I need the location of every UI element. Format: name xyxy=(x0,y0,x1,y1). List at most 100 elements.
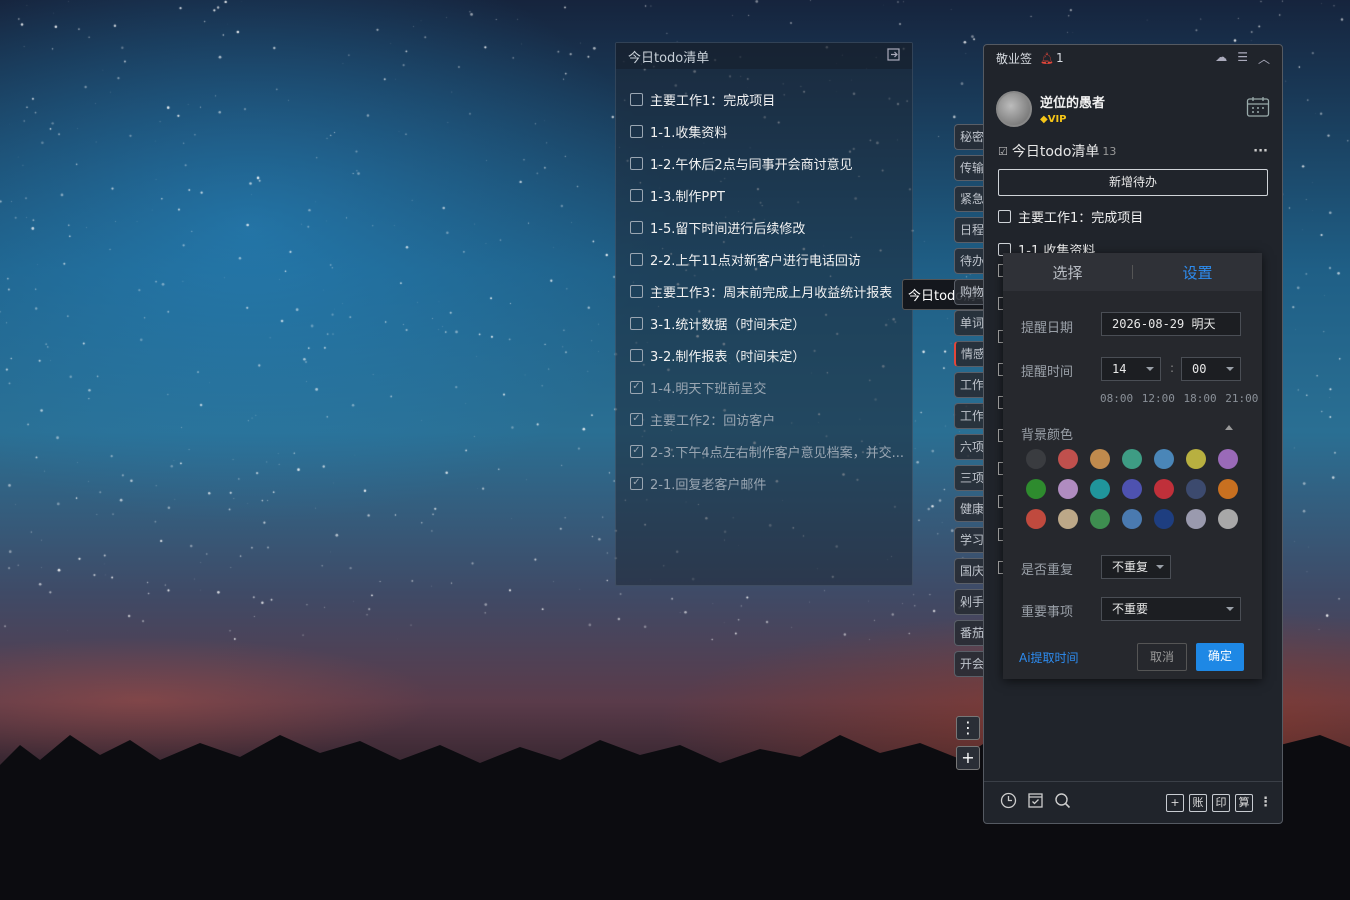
hour-select[interactable]: 14 xyxy=(1101,357,1161,381)
add-todo-button[interactable]: 新增待办 xyxy=(998,169,1268,196)
date-input[interactable]: 2026-08-29 明天 xyxy=(1101,312,1241,336)
color-swatch[interactable] xyxy=(1090,509,1110,529)
color-swatch[interactable] xyxy=(1218,509,1238,529)
checkbox[interactable] xyxy=(998,210,1011,223)
desktop-sticky-note[interactable]: 今日todo清单 主要工作1：完成项目 1-1.收集资料 1-2.午休后2点与同事开… xyxy=(615,42,913,586)
checked-checkbox[interactable]: ✓ xyxy=(630,444,643,458)
category-tab[interactable]: 紧急 xyxy=(954,186,984,212)
search-icon[interactable] xyxy=(1054,792,1071,813)
category-tab[interactable]: 健康 xyxy=(954,496,984,522)
category-tab[interactable]: 六项 xyxy=(954,434,984,460)
category-tab[interactable]: 待办 xyxy=(954,248,984,274)
checkbox[interactable] xyxy=(630,348,643,362)
color-swatch[interactable] xyxy=(1218,479,1238,499)
collapse-icon[interactable]: ︿ xyxy=(1258,50,1270,67)
menu-icon[interactable]: ☰ xyxy=(1237,50,1248,67)
panel-header[interactable]: 敬业签 🔔︎ 1 ☁ ☰ ︿ xyxy=(984,45,1282,71)
more-vertical-icon[interactable]: ⋮ xyxy=(1259,795,1272,810)
category-tab[interactable]: 工作 xyxy=(954,403,984,429)
category-tab[interactable]: 学习 xyxy=(954,527,984,553)
sticky-todo-item[interactable]: 3-1.统计数据（时间未定） xyxy=(630,307,912,339)
checked-checkbox[interactable]: ✓ xyxy=(630,412,643,426)
footer-tool-button[interactable]: 算 xyxy=(1235,793,1253,812)
panel-todo-item[interactable]: 主要工作1：完成项目 xyxy=(984,200,1282,233)
tab-select[interactable]: 选择 xyxy=(1003,262,1132,283)
footer-tool-button[interactable]: 账 xyxy=(1189,793,1207,812)
confirm-button[interactable]: 确定 xyxy=(1196,643,1244,671)
checkbox[interactable] xyxy=(630,124,643,138)
sticky-todo-item[interactable]: 3-2.制作报表（时间未定） xyxy=(630,339,912,371)
repeat-select[interactable]: 不重复 xyxy=(1101,555,1171,579)
checkbox[interactable] xyxy=(630,284,643,298)
category-tab[interactable]: 番茄 xyxy=(954,620,984,646)
color-swatch[interactable] xyxy=(1154,449,1174,469)
color-swatch[interactable] xyxy=(1154,479,1174,499)
color-swatch[interactable] xyxy=(1058,449,1078,469)
sticky-todo-item[interactable]: 1-2.午休后2点与同事开会商讨意见 xyxy=(630,147,912,179)
cloud-icon[interactable]: ☁ xyxy=(1215,50,1227,67)
color-swatch[interactable] xyxy=(1122,479,1142,499)
cancel-button[interactable]: 取消 xyxy=(1137,643,1187,671)
category-tab[interactable]: 国庆 xyxy=(954,558,984,584)
more-icon[interactable]: ··· xyxy=(1253,144,1268,159)
checked-checkbox[interactable]: ✓ xyxy=(630,476,643,490)
checkbox-list-icon[interactable] xyxy=(1027,792,1044,813)
important-select[interactable]: 不重要 xyxy=(1101,597,1241,621)
color-swatch[interactable] xyxy=(1058,479,1078,499)
color-swatch[interactable] xyxy=(1218,449,1238,469)
clock-icon[interactable] xyxy=(1000,792,1017,813)
calendar-icon[interactable] xyxy=(1246,96,1270,122)
category-tab[interactable]: 购物 xyxy=(954,279,984,305)
minute-select[interactable]: 00 xyxy=(1181,357,1241,381)
category-tab[interactable]: 工作 xyxy=(954,372,984,398)
chevron-up-icon[interactable] xyxy=(1225,425,1233,430)
color-swatch[interactable] xyxy=(1122,449,1142,469)
avatar[interactable] xyxy=(996,91,1032,127)
color-swatch[interactable] xyxy=(1026,479,1046,499)
category-tab[interactable]: 情感 xyxy=(954,341,984,367)
color-swatch[interactable] xyxy=(1090,479,1110,499)
sticky-todo-item[interactable]: 主要工作3：周末前完成上月收益统计报表 xyxy=(630,275,912,307)
checkbox[interactable] xyxy=(630,220,643,234)
sticky-todo-item[interactable]: 1-1.收集资料 xyxy=(630,115,912,147)
color-swatch[interactable] xyxy=(1090,449,1110,469)
color-swatch[interactable] xyxy=(1186,509,1206,529)
sticky-todo-item[interactable]: ✓ 2-3.下午4点左右制作客户意见档案，并交... xyxy=(630,435,912,467)
category-tab[interactable]: 单词 xyxy=(954,310,984,336)
category-tab[interactable]: 秘密 xyxy=(954,124,984,150)
bell-icon[interactable]: 🔔︎ xyxy=(1040,52,1054,65)
sticky-header[interactable]: 今日todo清单 xyxy=(616,43,912,69)
checkbox[interactable] xyxy=(630,92,643,106)
category-tab[interactable]: 日程 xyxy=(954,217,984,243)
checkbox[interactable] xyxy=(630,252,643,266)
sticky-todo-item[interactable]: 1-3.制作PPT xyxy=(630,179,912,211)
color-swatch[interactable] xyxy=(1154,509,1174,529)
color-swatch[interactable] xyxy=(1058,509,1078,529)
checkbox[interactable] xyxy=(630,316,643,330)
category-tab[interactable]: 剁手 xyxy=(954,589,984,615)
footer-tool-button[interactable]: 印 xyxy=(1212,793,1230,812)
sticky-todo-item[interactable]: ✓ 2-1.回复老客户邮件 xyxy=(630,467,912,499)
sticky-todo-item[interactable]: 主要工作1：完成项目 xyxy=(630,83,912,115)
checked-checkbox[interactable]: ✓ xyxy=(630,380,643,394)
ai-extract-link[interactable]: Ai提取时间 xyxy=(1019,649,1079,666)
color-swatch[interactable] xyxy=(1026,449,1046,469)
footer-tool-button[interactable]: + xyxy=(1166,793,1184,812)
more-tabs-button[interactable]: ⋮ xyxy=(956,716,980,740)
color-swatch[interactable] xyxy=(1186,479,1206,499)
color-swatch[interactable] xyxy=(1186,449,1206,469)
sticky-todo-item[interactable]: ✓ 主要工作2：回访客户 xyxy=(630,403,912,435)
sticky-todo-item[interactable]: 1-5.留下时间进行后续修改 xyxy=(630,211,912,243)
color-swatch[interactable] xyxy=(1122,509,1142,529)
checkbox[interactable] xyxy=(630,156,643,170)
category-tab[interactable]: 开会 xyxy=(954,651,984,677)
sticky-todo-item[interactable]: 2-2.上午11点对新客户进行电话回访 xyxy=(630,243,912,275)
add-tab-button[interactable]: + xyxy=(956,746,980,770)
checkbox[interactable] xyxy=(630,188,643,202)
quick-times[interactable]: 08:00 12:00 18:00 21:00 xyxy=(1100,392,1258,405)
tab-settings[interactable]: 设置 xyxy=(1133,262,1262,283)
color-swatch[interactable] xyxy=(1026,509,1046,529)
exit-icon[interactable] xyxy=(887,47,900,65)
sticky-todo-item[interactable]: ✓ 1-4.明天下班前呈交 xyxy=(630,371,912,403)
category-tab[interactable]: 传输 xyxy=(954,155,984,181)
